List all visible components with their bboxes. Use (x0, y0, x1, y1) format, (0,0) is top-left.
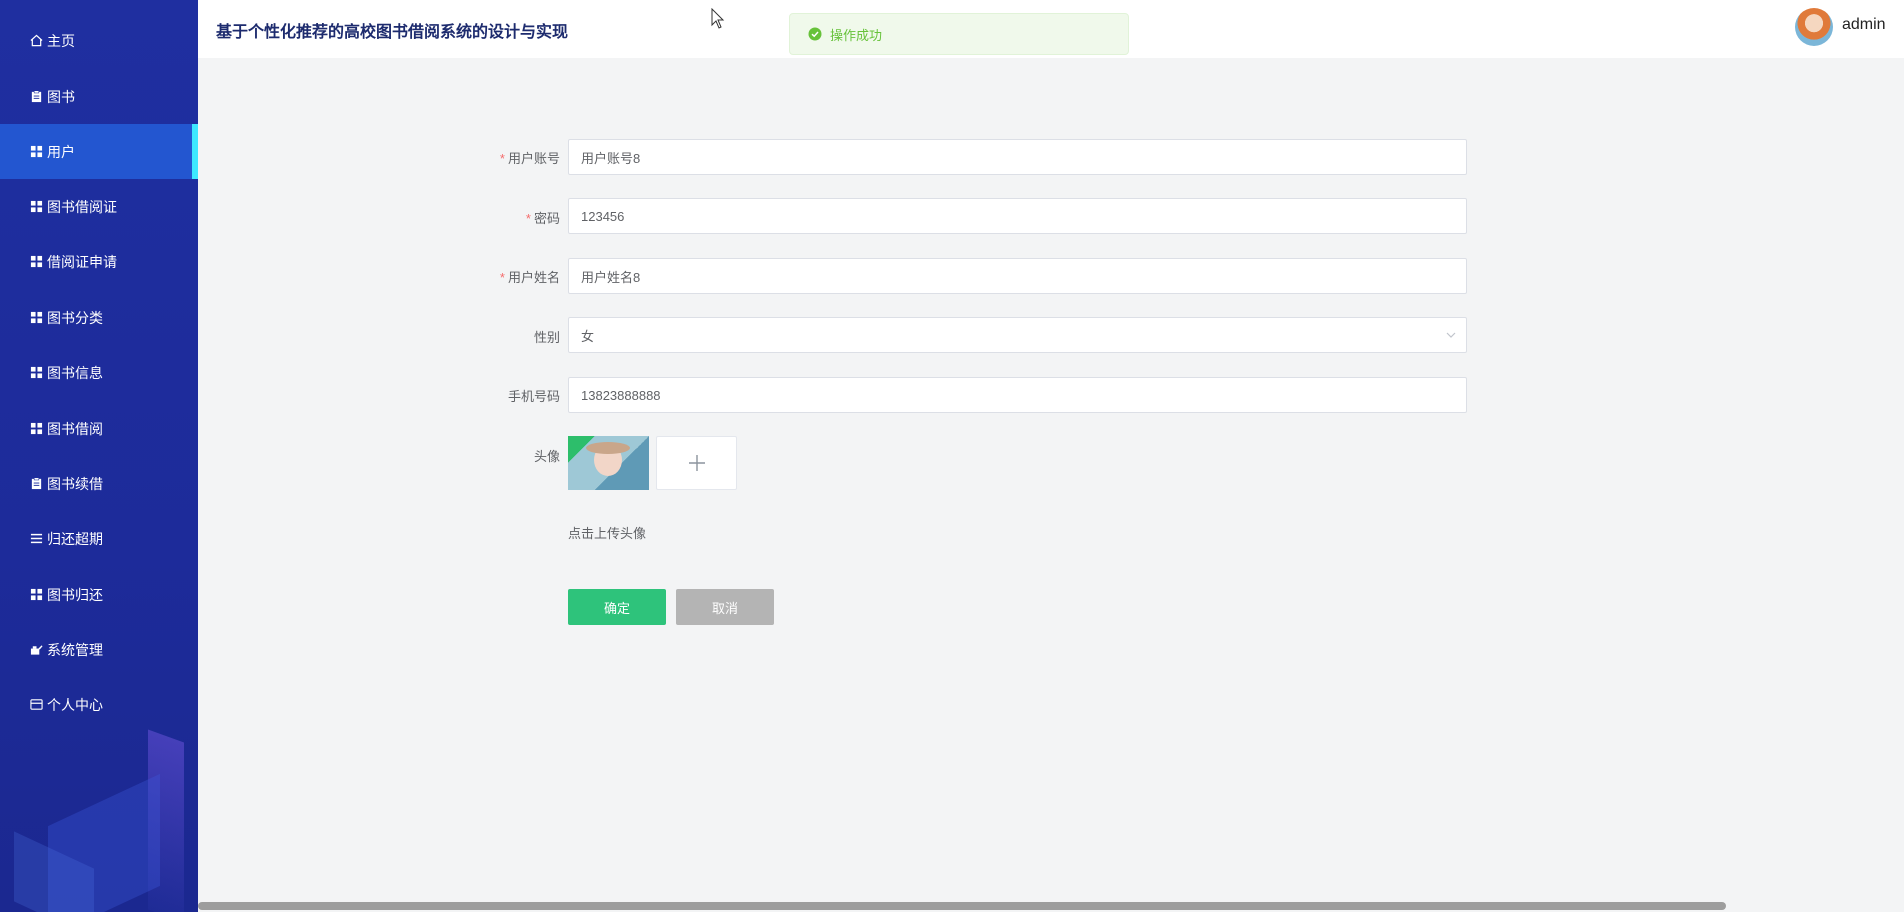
gender-value: 女 (581, 328, 595, 344)
avatar-hat (586, 442, 630, 454)
sidebar-item-label: 主页 (47, 32, 75, 49)
sidebar-item-overdue-return[interactable]: 归还超期 (0, 511, 198, 566)
sidebar-item-label: 图书归还 (47, 586, 103, 603)
toast-message: 操作成功 (830, 27, 883, 43)
gender-label: 性别 (533, 330, 560, 345)
plus-icon (688, 455, 705, 471)
account-label-text: 用户账号 (507, 151, 560, 166)
horizontal-scrollbar[interactable] (198, 902, 1726, 910)
grid-icon (30, 200, 43, 213)
required-mark: * (499, 270, 505, 285)
sidebar-item-system[interactable]: 系统管理 (0, 622, 198, 677)
sidebar-item-users[interactable]: 用户 (0, 124, 198, 179)
clipboard-icon (30, 477, 43, 490)
account-label: * 用户账号 (400, 148, 560, 167)
sidebar: 主页 图书 用户 图书借阅证 借阅证申请 图书分类 图书信息 图书借阅 图书续借… (0, 0, 198, 912)
phone-input[interactable] (568, 377, 1467, 413)
sidebar-item-book-borrow[interactable]: 图书借阅 (0, 401, 198, 456)
name-label-text: 用户姓名 (507, 270, 560, 285)
check-circle-icon (808, 27, 822, 41)
required-mark: * (525, 211, 531, 226)
sidebar-item-label: 借阅证申请 (47, 253, 117, 270)
sidebar-item-profile[interactable]: 个人中心 (0, 677, 198, 732)
sidebar-item-label: 个人中心 (47, 696, 103, 713)
grid-icon (30, 145, 43, 158)
confirm-button[interactable]: 确定 (568, 589, 666, 625)
sidebar-item-label: 归还超期 (47, 530, 103, 547)
sidebar-item-label: 图书分类 (47, 309, 103, 326)
grid-icon (30, 588, 43, 601)
grid-icon (30, 422, 43, 435)
sidebar-item-label: 图书借阅证 (47, 198, 117, 215)
success-toast: 操作成功 (789, 13, 1129, 55)
chevron-down-icon (1446, 332, 1456, 338)
upload-hint: 点击上传头像 (568, 526, 647, 541)
page-title: 基于个性化推荐的高校图书借阅系统的设计与实现 (216, 24, 569, 41)
sidebar-item-label: 用户 (47, 143, 75, 160)
list-icon (30, 532, 43, 545)
cancel-button[interactable]: 取消 (676, 589, 774, 625)
required-mark: * (499, 151, 505, 166)
clipboard-icon (30, 90, 43, 103)
phone-label: 手机号码 (507, 389, 560, 404)
name-input[interactable] (568, 258, 1467, 294)
gender-select[interactable]: 女 (568, 317, 1467, 353)
sidebar-item-label: 系统管理 (47, 641, 103, 658)
sidebar-item-label: 图书信息 (47, 364, 103, 381)
sidebar-item-label: 图书 (47, 88, 75, 105)
username[interactable]: admin (1842, 16, 1886, 34)
password-label-text: 密码 (533, 211, 560, 226)
sidebar-item-book-category[interactable]: 图书分类 (0, 290, 198, 345)
sidebar-item-book-info[interactable]: 图书信息 (0, 345, 198, 400)
sidebar-item-library-card[interactable]: 图书借阅证 (0, 179, 198, 234)
avatar-label: 头像 (533, 449, 560, 464)
grid-icon (30, 311, 43, 324)
name-label: * 用户姓名 (400, 267, 560, 286)
avatar-upload-button[interactable] (656, 436, 737, 490)
sidebar-item-card-application[interactable]: 借阅证申请 (0, 234, 198, 289)
home-icon (30, 34, 43, 47)
account-input[interactable] (568, 139, 1467, 175)
mouse-cursor-icon (711, 8, 725, 29)
avatar-thumbnail[interactable] (568, 436, 649, 490)
sidebar-item-books[interactable]: 图书 (0, 69, 198, 124)
settings-icon (30, 643, 43, 656)
sidebar-item-label: 图书借阅 (47, 420, 103, 437)
password-input[interactable] (568, 198, 1467, 234)
grid-icon (30, 366, 43, 379)
card-icon (30, 698, 43, 711)
grid-icon (30, 255, 43, 268)
password-label: * 密码 (400, 208, 560, 227)
sidebar-item-book-renew[interactable]: 图书续借 (0, 456, 198, 511)
sidebar-item-label: 图书续借 (47, 475, 103, 492)
sidebar-item-book-return[interactable]: 图书归还 (0, 567, 198, 622)
avatar[interactable] (1795, 8, 1833, 46)
sidebar-item-home[interactable]: 主页 (0, 13, 198, 68)
